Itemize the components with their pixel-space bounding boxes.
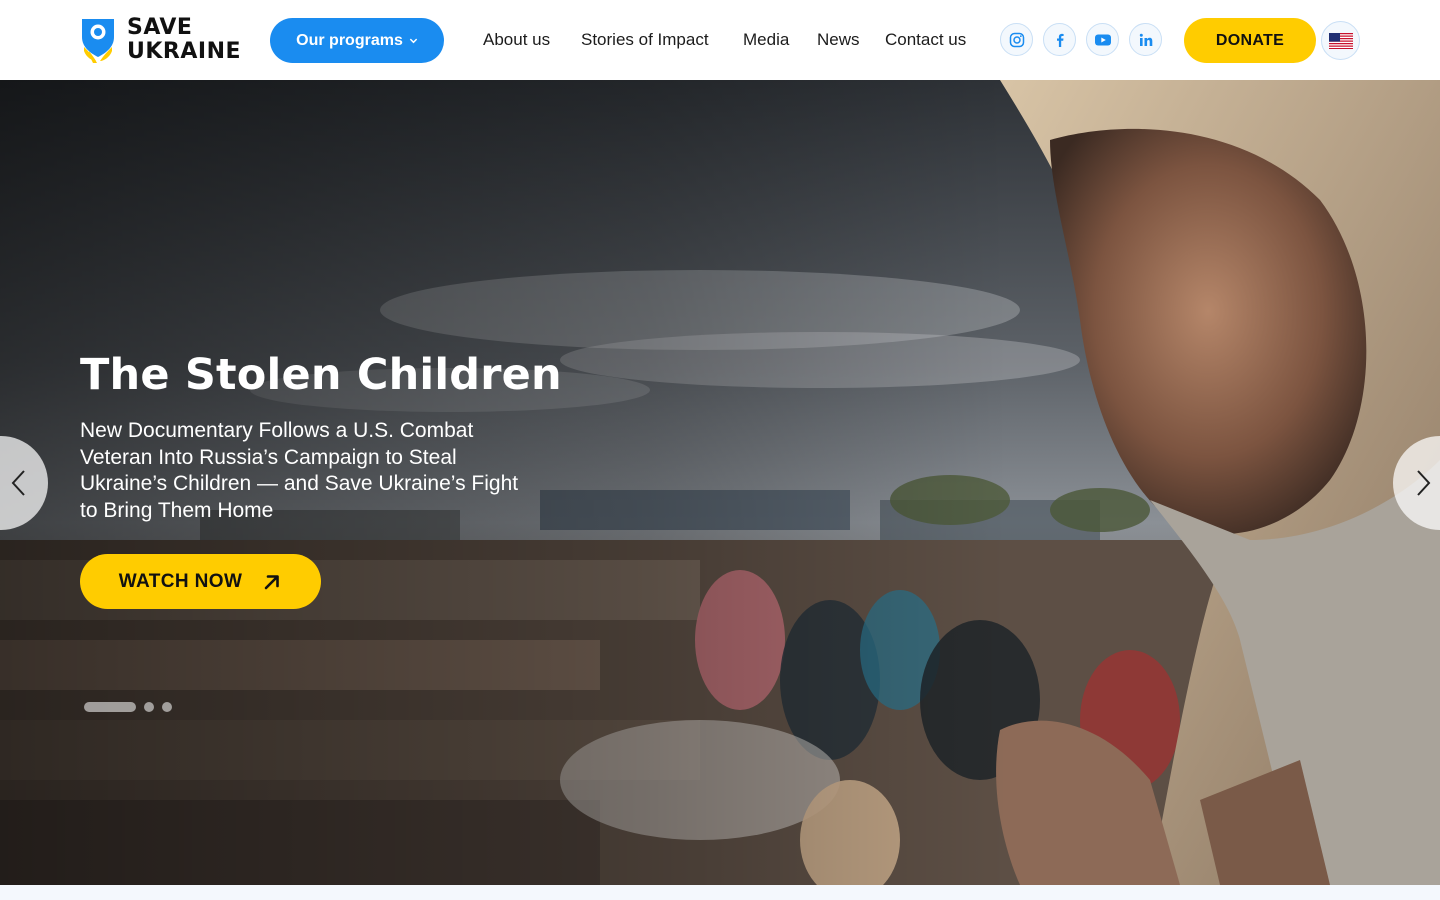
save-ukraine-logo-icon	[80, 17, 116, 63]
linkedin-icon	[1139, 33, 1152, 46]
carousel-dot-1[interactable]	[84, 702, 136, 712]
facebook-icon	[1056, 33, 1064, 47]
chevron-right-icon	[1417, 470, 1431, 496]
youtube-link[interactable]	[1086, 23, 1119, 56]
nav-link-media[interactable]: Media	[743, 30, 789, 50]
chevron-down-icon	[409, 38, 418, 44]
nav-link-contact-us[interactable]: Contact us	[885, 30, 966, 50]
hero-carousel: The Stolen Children New Documentary Foll…	[0, 80, 1440, 885]
our-programs-label: Our programs	[296, 31, 403, 49]
next-section-edge	[0, 885, 1440, 900]
instagram-icon	[1009, 32, 1024, 47]
watch-now-label: WATCH NOW	[118, 570, 243, 592]
carousel-pagination	[84, 702, 172, 712]
carousel-dot-2[interactable]	[144, 702, 154, 712]
chevron-left-icon	[11, 470, 25, 496]
hero-title: The Stolen Children	[80, 350, 562, 400]
hero-subtitle: New Documentary Follows a U.S. Combat Ve…	[80, 419, 519, 522]
carousel-dot-3[interactable]	[162, 702, 172, 712]
logo-text-line2: UKRAINE	[127, 39, 242, 64]
our-programs-dropdown-button[interactable]: Our programs	[270, 18, 444, 63]
logo-text-line1: SAVE	[127, 15, 193, 40]
instagram-link[interactable]	[1000, 23, 1033, 56]
donate-button[interactable]: DONATE	[1184, 18, 1316, 63]
language-selector[interactable]	[1321, 21, 1360, 60]
watch-now-button[interactable]: WATCH NOW	[80, 554, 321, 609]
arrow-up-right-icon	[264, 574, 280, 589]
linkedin-link[interactable]	[1129, 23, 1162, 56]
site-logo[interactable]: SAVE UKRAINE	[80, 16, 241, 64]
site-header: SAVE UKRAINE Our programs About us Stori…	[0, 0, 1440, 80]
us-flag-icon	[1328, 32, 1353, 49]
nav-link-stories-of-impact[interactable]: Stories of Impact	[581, 30, 709, 50]
nav-link-about-us[interactable]: About us	[483, 30, 550, 50]
nav-link-news[interactable]: News	[817, 30, 860, 50]
youtube-icon	[1094, 34, 1111, 45]
facebook-link[interactable]	[1043, 23, 1076, 56]
